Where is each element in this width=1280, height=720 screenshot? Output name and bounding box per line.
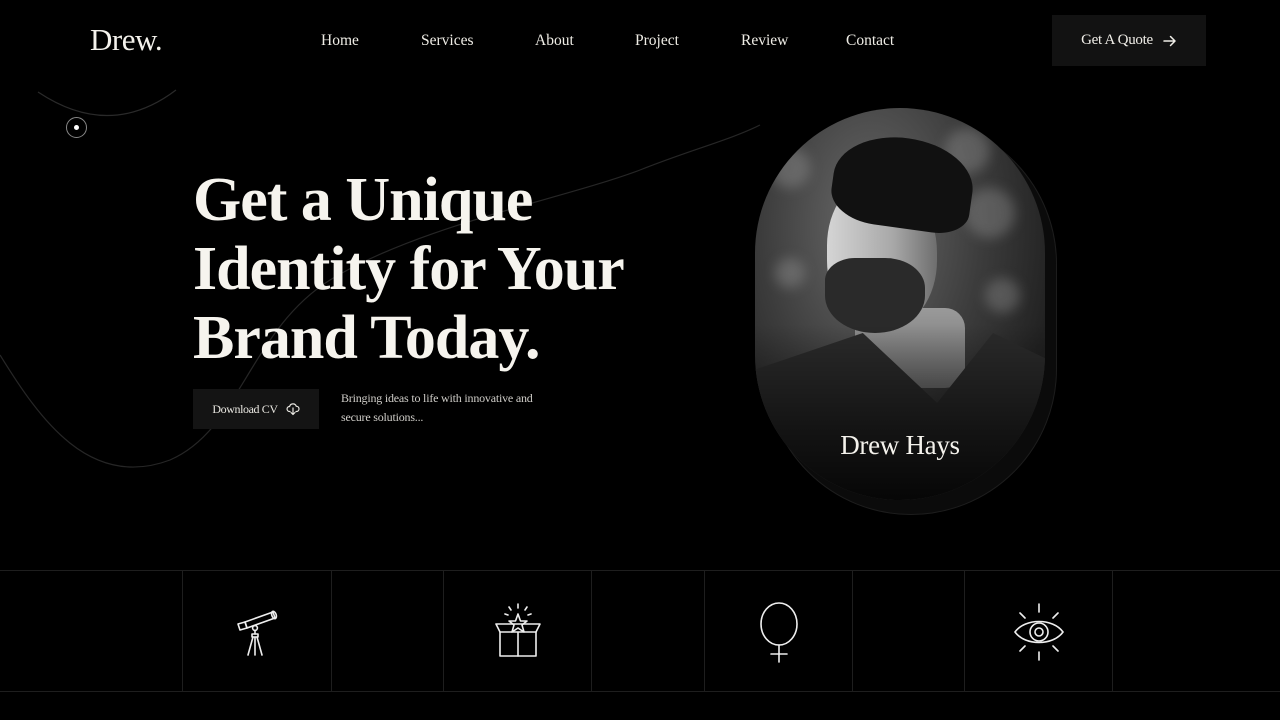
- nav-item-project[interactable]: Project: [635, 32, 679, 50]
- feature-cell-gift[interactable]: [443, 571, 591, 692]
- portrait-gradient-overlay: [755, 323, 1045, 500]
- brand-logo[interactable]: Drew.: [90, 22, 163, 58]
- get-a-quote-button[interactable]: Get A Quote: [1052, 15, 1206, 66]
- hero-headline: Get a Unique Identity for Your Brand Tod…: [193, 166, 713, 373]
- eye-icon: [1013, 602, 1064, 661]
- feature-cell-eye[interactable]: [964, 571, 1112, 692]
- telescope-icon: [237, 610, 278, 656]
- download-cv-label: Download CV: [212, 401, 278, 416]
- hero-headline-line-2: Identity for Your: [193, 235, 625, 303]
- features-strip: [0, 570, 1280, 692]
- hero-tagline: Bringing ideas to life with innovative a…: [341, 391, 533, 424]
- nav-item-review[interactable]: Review: [741, 32, 788, 50]
- get-a-quote-label: Get A Quote: [1081, 32, 1153, 48]
- portrait-name: Drew Hays: [840, 430, 960, 460]
- feature-cell-telescope[interactable]: [182, 571, 331, 692]
- hero-headline-line-1: Get a Unique: [193, 166, 533, 234]
- portrait-beard: [825, 258, 925, 333]
- feature-cell-empty-2: [591, 571, 704, 692]
- feature-cell-empty-3: [852, 571, 964, 692]
- portrait-card: Drew Hays: [755, 108, 1045, 500]
- decorative-dot-ring: [66, 117, 87, 138]
- hero-headline-line-3: Brand Today.: [193, 304, 540, 372]
- nav-item-services[interactable]: Services: [421, 32, 474, 50]
- gift-box-star-icon: [494, 602, 541, 657]
- arrow-right-icon: [1163, 35, 1176, 46]
- feature-cell-empty-4: [1112, 571, 1280, 692]
- nav-item-home[interactable]: Home: [321, 32, 359, 50]
- female-symbol-icon: [759, 601, 798, 663]
- feature-cell-empty-1: [331, 571, 443, 692]
- feature-cell-female[interactable]: [704, 571, 852, 692]
- cloud-download-icon: [286, 403, 300, 416]
- download-cv-button[interactable]: Download CV: [193, 389, 319, 429]
- nav-item-about[interactable]: About: [535, 32, 574, 50]
- nav-item-contact[interactable]: Contact: [846, 32, 894, 50]
